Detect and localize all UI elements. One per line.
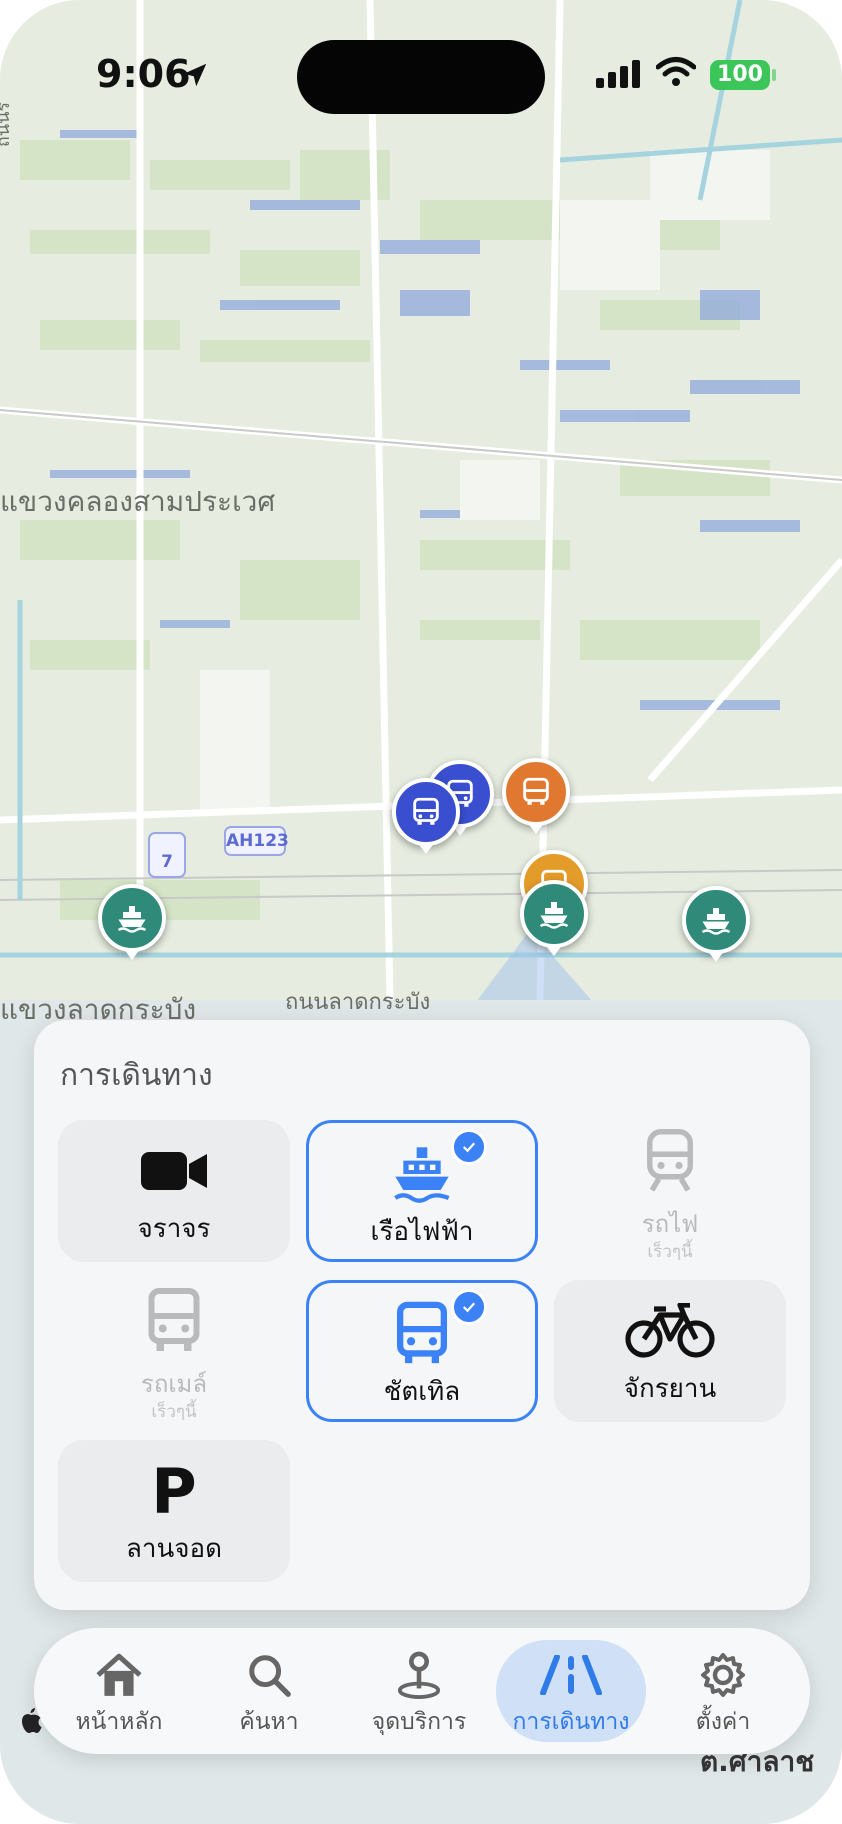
tile-label: จราจร [137, 1214, 211, 1244]
status-bar: 9:06 100 [0, 0, 842, 150]
tile-label: เรือไฟฟ้า [370, 1217, 474, 1247]
tile-label: จักรยาน [623, 1374, 717, 1404]
home-icon [44, 1650, 194, 1700]
tile-bus: รถเมล์ เร็วๆนี้ [58, 1280, 290, 1422]
tab-bar: หน้าหลัก ค้นหา จุดบริการ การเดินทาง ตั้ง… [34, 1628, 810, 1754]
search-icon [194, 1650, 344, 1700]
bicycle-icon [554, 1298, 786, 1364]
parking-icon: P [151, 1454, 197, 1528]
tile-label: ลานจอด [125, 1534, 223, 1564]
route-shield: 7 [148, 832, 186, 878]
tab-settings[interactable]: ตั้งค่า [648, 1640, 798, 1742]
selected-check-icon [451, 1289, 487, 1325]
selected-check-icon [451, 1129, 487, 1165]
panel-title: การเดินทาง [60, 1058, 213, 1093]
tab-transport[interactable]: การเดินทาง [496, 1640, 646, 1742]
tab-service-points[interactable]: จุดบริการ [344, 1640, 494, 1742]
dynamic-island [297, 40, 545, 114]
road-shield: AH123 [224, 826, 289, 856]
tile-electric-boat[interactable]: เรือไฟฟ้า [306, 1120, 538, 1262]
battery-cap [772, 69, 776, 81]
map-pin-icon [344, 1650, 494, 1700]
ferry-icon [309, 1141, 535, 1207]
ferry-pier-pin[interactable] [682, 886, 750, 962]
video-camera-icon [58, 1138, 290, 1204]
status-time: 9:06 [96, 52, 191, 96]
tile-traffic[interactable]: จราจร [58, 1120, 290, 1262]
battery-indicator: 100 [710, 60, 770, 90]
tile-bicycle[interactable]: จักรยาน [554, 1280, 786, 1422]
train-icon [554, 1128, 786, 1194]
apple-maps-logo [20, 1708, 42, 1741]
ferry-pier-pin[interactable] [520, 880, 588, 956]
tab-label: หน้าหลัก [75, 1709, 163, 1735]
tab-label: การเดินทาง [512, 1709, 630, 1735]
road-icon [496, 1650, 646, 1700]
shuttle-stop-pin[interactable] [502, 758, 570, 834]
bus-stop-pin[interactable] [392, 778, 460, 854]
tile-parking[interactable]: P ลานจอด [58, 1440, 290, 1582]
tab-label: ค้นหา [239, 1709, 299, 1735]
tile-shuttle[interactable]: ชัตเทิล [306, 1280, 538, 1422]
map-district-label: แขวงคลองสามประเวศ [0, 485, 276, 518]
cellular-signal-icon [596, 60, 640, 88]
map-place-label: ต.ศาลาช [700, 1745, 815, 1778]
tile-train: รถไฟ เร็วๆนี้ [554, 1120, 786, 1262]
shuttle-bus-icon [309, 1301, 535, 1367]
location-arrow-icon [183, 63, 207, 87]
coming-soon-label: เร็วๆนี้ [647, 1242, 693, 1262]
map-road-label: ถนนลาดกระบัง [285, 990, 431, 1015]
bus-icon [58, 1288, 290, 1354]
gear-icon [648, 1650, 798, 1700]
tab-home[interactable]: หน้าหลัก [44, 1640, 194, 1742]
transport-panel: การเดินทาง จราจร เรือไฟฟ้า รถไฟ เร็วๆนี้ [34, 1020, 810, 1610]
ferry-pier-pin[interactable] [98, 884, 166, 960]
tab-label: ตั้งค่า [695, 1709, 751, 1735]
wifi-icon [656, 57, 696, 86]
phone-screen: ถนนร แขวงคลองสามประเวศ แขวงลาดกระบัง ถนน… [0, 0, 842, 1824]
tab-label: จุดบริการ [371, 1709, 467, 1735]
tile-label: ชัตเทิล [383, 1377, 461, 1407]
tab-search[interactable]: ค้นหา [194, 1640, 344, 1742]
coming-soon-label: เร็วๆนี้ [151, 1402, 197, 1422]
